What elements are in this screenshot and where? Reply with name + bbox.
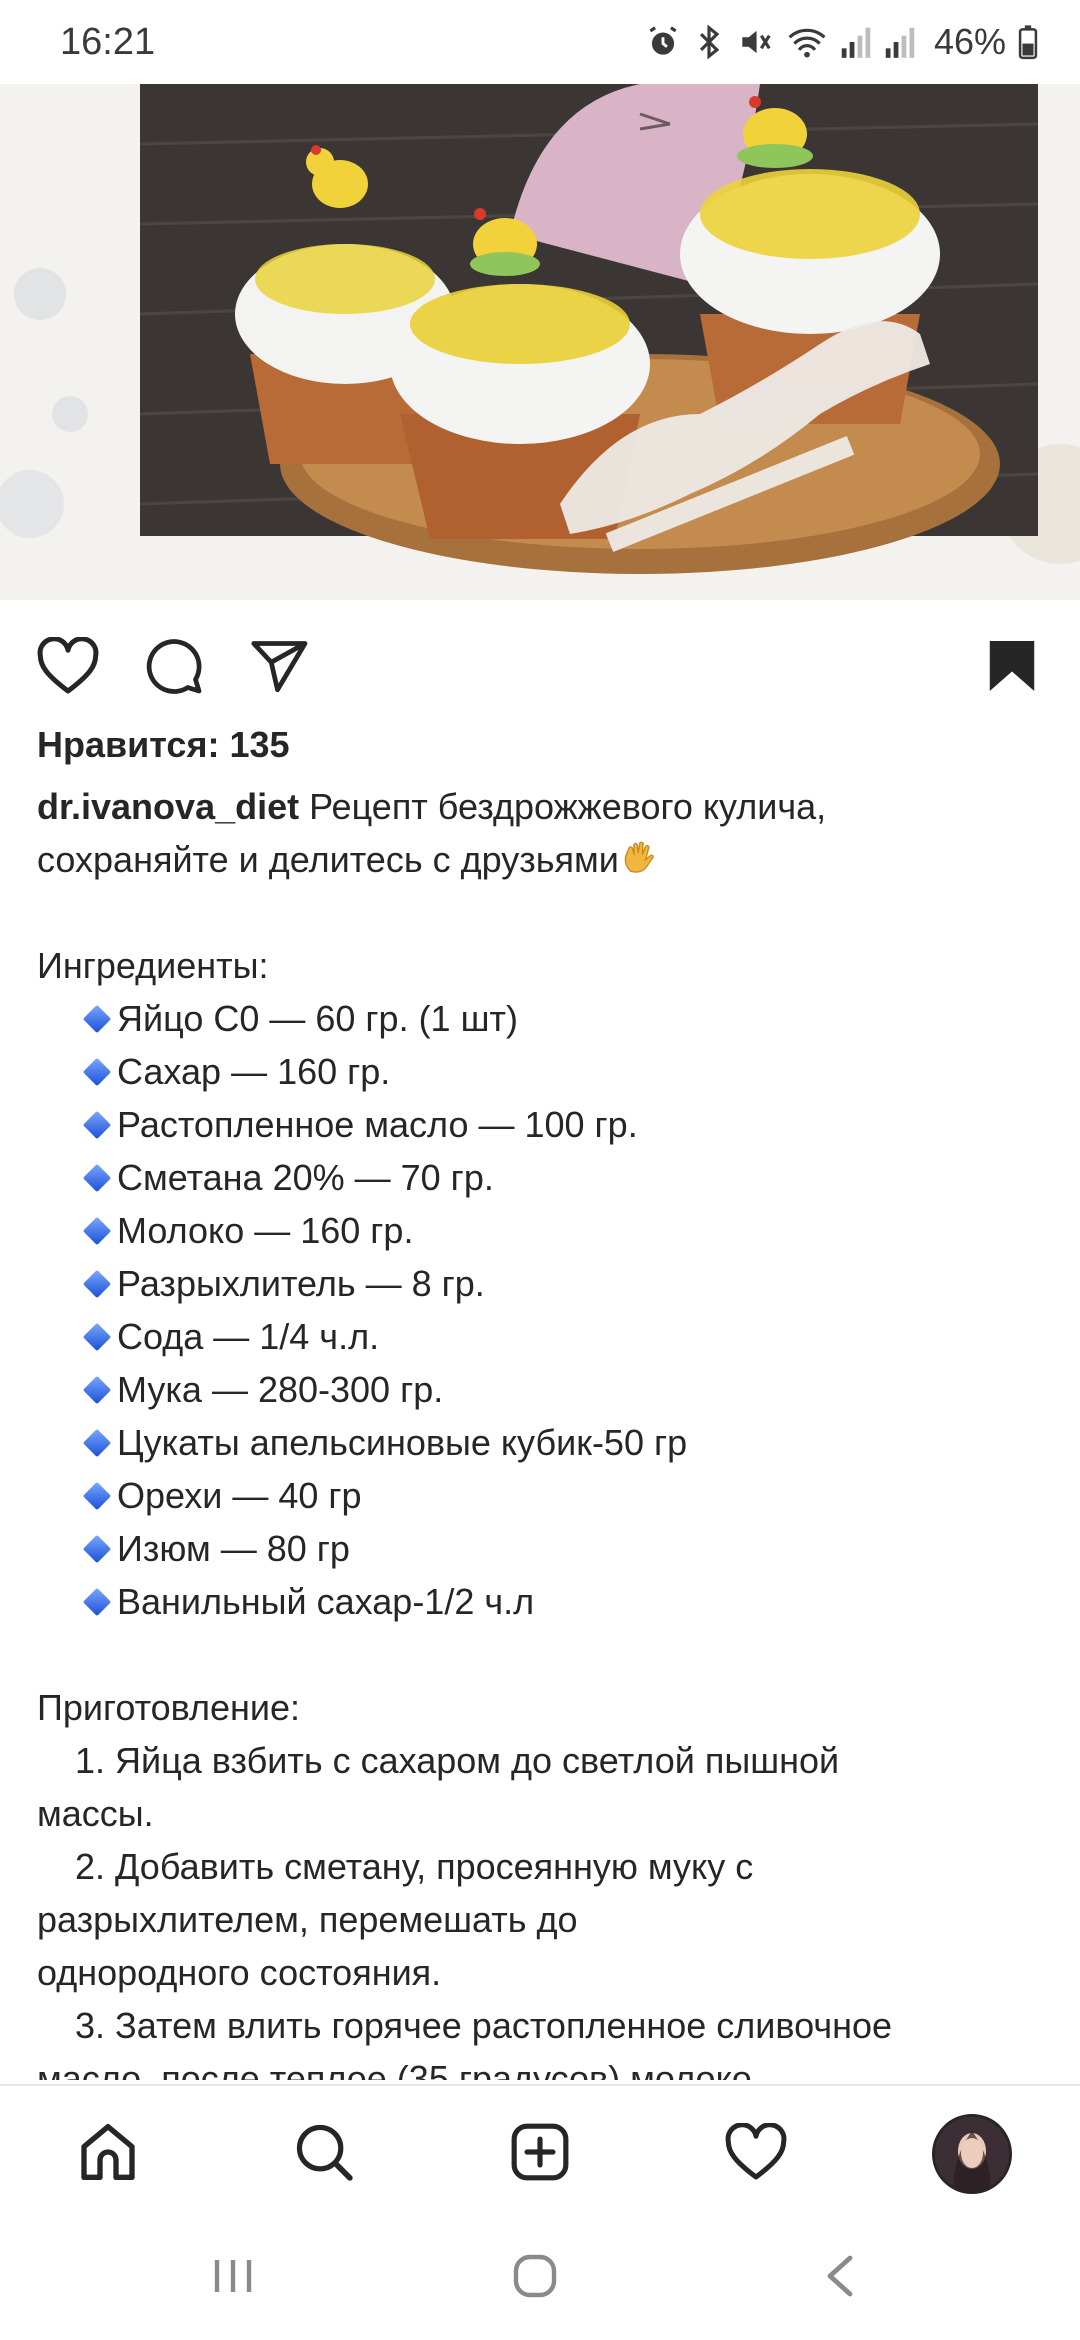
step-line: однородного состояния. [37,1952,442,1993]
ingredient-item: Сода — 1/4 ч.л. [37,1310,1047,1363]
send-icon [250,638,310,699]
caption-blank [37,886,1047,939]
blue-diamond-icon [82,1534,112,1563]
blue-diamond-icon [82,1587,112,1616]
blue-diamond-icon [82,1481,112,1510]
add-post-icon [509,2121,571,2188]
step-line: масло, после теплое (35 градусов) молоко… [37,2058,762,2080]
ingredient-item: Ванильный сахар-1/2 ч.л [37,1575,1047,1628]
ingredient-text: Яйцо С0 — 60 гр. (1 шт) [117,998,518,1039]
post-username[interactable]: dr.ivanova_diet [37,786,299,827]
status-bar: 16:21 46% [0,0,1080,84]
ingredient-item: Сахар — 160 гр. [37,1045,1047,1098]
blue-diamond-icon [82,1004,112,1033]
alarm-icon [644,23,682,61]
ingredient-text: Сахар — 160 гр. [117,1051,391,1092]
status-icons: 46% [644,21,1038,63]
nav-profile-button[interactable] [922,2104,1022,2204]
save-button[interactable] [964,620,1060,716]
bluetooth-icon [694,23,724,61]
ingredient-text: Мука — 280-300 гр. [117,1369,444,1410]
blue-diamond-icon [82,1269,112,1298]
waving-hand-icon [619,838,659,892]
share-button[interactable] [232,620,328,716]
caption-text: сохраняйте и делитесь с друзьями [37,839,619,880]
nav-search-button[interactable] [274,2104,374,2204]
caption-text: Рецепт бездрожжевого кулича, [309,786,827,827]
step-line: 3. Затем влить горячее растопленное слив… [75,2005,893,2046]
blue-diamond-icon [82,1057,112,1086]
system-recents-button[interactable] [183,2238,283,2318]
steps-list: 1. Яйца взбить с сахаром до светлой пышн… [37,1734,1047,2080]
likes-count[interactable]: Нравится: 135 [37,724,290,766]
bottom-nav [0,2084,1080,2218]
ingredient-item: Разрыхлитель — 8 гр. [37,1257,1047,1310]
back-icon [822,2254,858,2303]
nav-add-post-button[interactable] [490,2104,590,2204]
status-time: 16:21 [60,20,156,63]
caption-line: dr.ivanova_diet Рецепт бездрожжевого кул… [37,780,1047,833]
home-icon [76,2120,140,2189]
system-back-button[interactable] [790,2238,890,2318]
preparation-title: Приготовление: [37,1687,301,1728]
ingredient-item: Сметана 20% — 70 гр. [37,1151,1047,1204]
ingredient-item: Изюм — 80 гр [37,1522,1047,1575]
step-line: массы. [37,1793,154,1834]
post-caption: dr.ivanova_diet Рецепт бездрожжевого кул… [37,780,1047,2080]
wifi-icon [786,23,828,61]
step-line: разрыхлителем, перемешать до [37,1899,578,1940]
home-circle-icon [511,2252,559,2305]
blue-diamond-icon [82,1322,112,1351]
ingredient-item: Мука — 280-300 гр. [37,1363,1047,1416]
like-button[interactable] [20,620,116,716]
signal-icon [840,23,872,61]
ingredient-text: Разрыхлитель — 8 гр. [117,1263,485,1304]
blue-diamond-icon [82,1428,112,1457]
ingredient-text: Молоко — 160 гр. [117,1210,414,1251]
caption-line: сохраняйте и делитесь с друзьями [37,833,1047,886]
comment-button[interactable] [126,620,222,716]
battery-icon [1018,23,1038,61]
ingredient-text: Ванильный сахар-1/2 ч.л [117,1581,535,1622]
system-home-button[interactable] [485,2238,585,2318]
ingredient-item: Цукаты апельсиновые кубик-50 гр [37,1416,1047,1469]
ingredient-text: Сода — 1/4 ч.л. [117,1316,380,1357]
search-icon [293,2121,355,2188]
ingredient-item: Молоко — 160 гр. [37,1204,1047,1257]
caption-blank [37,1628,1047,1681]
ingredient-text: Изюм — 80 гр [117,1528,350,1569]
post-action-row [0,620,1080,716]
ingredient-text: Растопленное масло — 100 гр. [117,1104,638,1145]
ingredient-item: Яйцо С0 — 60 гр. (1 шт) [37,992,1047,1045]
heart-icon [36,635,100,700]
ingredient-text: Цукаты апельсиновые кубик-50 гр [117,1422,688,1463]
nav-home-button[interactable] [58,2104,158,2204]
nav-activity-button[interactable] [706,2104,806,2204]
bookmark-icon [987,638,1037,699]
ingredients-title: Ингредиенты: [37,945,269,986]
battery-percent: 46% [933,21,1006,62]
recents-icon [211,2256,255,2301]
blue-diamond-icon [82,1163,112,1192]
ingredient-item: Растопленное масло — 100 гр. [37,1098,1047,1151]
comment-icon [144,636,204,701]
ingredient-item: Орехи — 40 гр [37,1469,1047,1522]
blue-diamond-icon [82,1216,112,1245]
post-image[interactable] [0,84,1080,600]
signal-icon [884,23,916,61]
mute-icon [736,23,774,61]
blue-diamond-icon [82,1375,112,1404]
system-nav-bar [0,2218,1080,2340]
step-line: 2. Добавить сметану, просеянную муку с [75,1846,754,1887]
ingredient-text: Орехи — 40 гр [117,1475,362,1516]
ingredients-list: Яйцо С0 — 60 гр. (1 шт) Сахар — 160 гр. Ра… [37,992,1047,1628]
ingredient-text: Сметана 20% — 70 гр. [117,1157,494,1198]
activity-heart-icon [724,2121,788,2186]
step-line: 1. Яйца взбить с сахаром до светлой пышн… [75,1740,840,1781]
profile-avatar [932,2114,1012,2194]
blue-diamond-icon [82,1110,112,1139]
